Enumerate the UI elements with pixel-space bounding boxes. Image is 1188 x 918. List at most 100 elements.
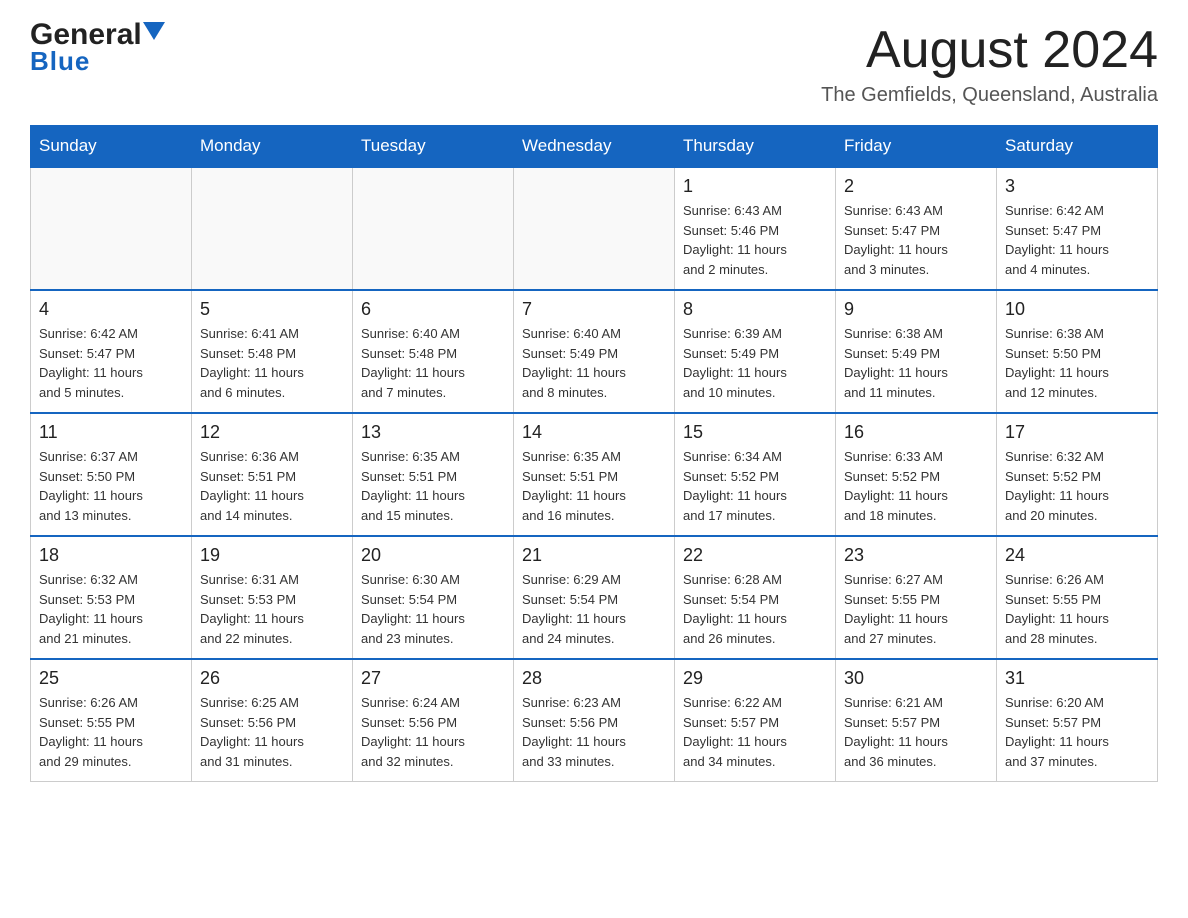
day-header-saturday: Saturday [997, 126, 1158, 168]
logo-triangle-icon [143, 22, 165, 44]
day-info: Sunrise: 6:39 AMSunset: 5:49 PMDaylight:… [683, 324, 827, 402]
day-number: 6 [361, 299, 505, 320]
day-number: 25 [39, 668, 183, 689]
day-number: 29 [683, 668, 827, 689]
day-info: Sunrise: 6:22 AMSunset: 5:57 PMDaylight:… [683, 693, 827, 771]
day-info: Sunrise: 6:41 AMSunset: 5:48 PMDaylight:… [200, 324, 344, 402]
week-row-1: 1Sunrise: 6:43 AMSunset: 5:46 PMDaylight… [31, 167, 1158, 290]
calendar-cell: 22 Sunrise: 6:28 AMSunset: 5:54 PMDayligh… [675, 536, 836, 659]
week-row-4: 18Sunrise: 6:32 AMSunset: 5:53 PMDayligh… [31, 536, 1158, 659]
day-info: Sunrise: 6:26 AMSunset: 5:55 PMDaylight:… [1005, 570, 1149, 648]
calendar-cell: 15Sunrise: 6:34 AMSunset: 5:52 PMDayligh… [675, 413, 836, 536]
calendar-cell: 12 Sunrise: 6:36 AMSunset: 5:51 PMDayligh… [192, 413, 353, 536]
calendar-cell: 13Sunrise: 6:35 AMSunset: 5:51 PMDayligh… [353, 413, 514, 536]
calendar-cell: 17 Sunrise: 6:32 AMSunset: 5:52 PMDayligh… [997, 413, 1158, 536]
day-info: Sunrise: 6:29 AMSunset: 5:54 PMDaylight:… [522, 570, 666, 648]
calendar-cell: 16Sunrise: 6:33 AMSunset: 5:52 PMDayligh… [836, 413, 997, 536]
day-number: 18 [39, 545, 183, 566]
day-info: Sunrise: 6:32 AMSunset: 5:52 PMDaylight:… [1005, 447, 1149, 525]
day-info: Sunrise: 6:42 AMSunset: 5:47 PMDaylight:… [1005, 201, 1149, 279]
day-number: 19 [200, 545, 344, 566]
day-number: 30 [844, 668, 988, 689]
calendar-cell: 28 Sunrise: 6:23 AMSunset: 5:56 PMDayligh… [514, 659, 675, 782]
day-info: Sunrise: 6:31 AMSunset: 5:53 PMDaylight:… [200, 570, 344, 648]
logo: General Blue [30, 20, 165, 77]
week-row-2: 4Sunrise: 6:42 AMSunset: 5:47 PMDaylight… [31, 290, 1158, 413]
calendar-cell [353, 167, 514, 290]
calendar-cell: 14 Sunrise: 6:35 AMSunset: 5:51 PMDayligh… [514, 413, 675, 536]
day-number: 13 [361, 422, 505, 443]
calendar-cell: 23 Sunrise: 6:27 AMSunset: 5:55 PMDayligh… [836, 536, 997, 659]
day-header-wednesday: Wednesday [514, 126, 675, 168]
day-number: 14 [522, 422, 666, 443]
day-number: 9 [844, 299, 988, 320]
day-info: Sunrise: 6:30 AMSunset: 5:54 PMDaylight:… [361, 570, 505, 648]
calendar-header-row: SundayMondayTuesdayWednesdayThursdayFrid… [31, 126, 1158, 168]
day-number: 10 [1005, 299, 1149, 320]
day-info: Sunrise: 6:37 AMSunset: 5:50 PMDaylight:… [39, 447, 183, 525]
location-subtitle: The Gemfields, Queensland, Australia [821, 84, 1158, 107]
page-header: General Blue August 2024 The Gemfields, … [30, 20, 1158, 107]
day-header-friday: Friday [836, 126, 997, 168]
calendar-cell: 18Sunrise: 6:32 AMSunset: 5:53 PMDayligh… [31, 536, 192, 659]
day-info: Sunrise: 6:26 AMSunset: 5:55 PMDaylight:… [39, 693, 183, 771]
calendar-cell: 4Sunrise: 6:42 AMSunset: 5:47 PMDaylight… [31, 290, 192, 413]
calendar-cell: 21 Sunrise: 6:29 AMSunset: 5:54 PMDayligh… [514, 536, 675, 659]
calendar-cell [192, 167, 353, 290]
day-header-monday: Monday [192, 126, 353, 168]
day-info: Sunrise: 6:33 AMSunset: 5:52 PMDaylight:… [844, 447, 988, 525]
day-number: 15 [683, 422, 827, 443]
day-number: 4 [39, 299, 183, 320]
logo-blue-text: Blue [30, 46, 90, 77]
calendar-cell: 11Sunrise: 6:37 AMSunset: 5:50 PMDayligh… [31, 413, 192, 536]
day-number: 22 [683, 545, 827, 566]
day-info: Sunrise: 6:43 AMSunset: 5:47 PMDaylight:… [844, 201, 988, 279]
day-info: Sunrise: 6:35 AMSunset: 5:51 PMDaylight:… [522, 447, 666, 525]
calendar-cell: 1Sunrise: 6:43 AMSunset: 5:46 PMDaylight… [675, 167, 836, 290]
day-header-thursday: Thursday [675, 126, 836, 168]
calendar-cell: 30Sunrise: 6:21 AMSunset: 5:57 PMDayligh… [836, 659, 997, 782]
day-number: 31 [1005, 668, 1149, 689]
day-header-tuesday: Tuesday [353, 126, 514, 168]
day-number: 28 [522, 668, 666, 689]
day-info: Sunrise: 6:43 AMSunset: 5:46 PMDaylight:… [683, 201, 827, 279]
calendar-cell: 9 Sunrise: 6:38 AMSunset: 5:49 PMDaylight… [836, 290, 997, 413]
day-info: Sunrise: 6:20 AMSunset: 5:57 PMDaylight:… [1005, 693, 1149, 771]
calendar-cell [31, 167, 192, 290]
day-info: Sunrise: 6:27 AMSunset: 5:55 PMDaylight:… [844, 570, 988, 648]
day-number: 5 [200, 299, 344, 320]
day-number: 24 [1005, 545, 1149, 566]
calendar-cell: 7 Sunrise: 6:40 AMSunset: 5:49 PMDaylight… [514, 290, 675, 413]
calendar-cell: 25 Sunrise: 6:26 AMSunset: 5:55 PMDayligh… [31, 659, 192, 782]
day-header-sunday: Sunday [31, 126, 192, 168]
calendar-cell [514, 167, 675, 290]
day-info: Sunrise: 6:38 AMSunset: 5:49 PMDaylight:… [844, 324, 988, 402]
day-info: Sunrise: 6:38 AMSunset: 5:50 PMDaylight:… [1005, 324, 1149, 402]
calendar-cell: 6Sunrise: 6:40 AMSunset: 5:48 PMDaylight… [353, 290, 514, 413]
calendar-cell: 20 Sunrise: 6:30 AMSunset: 5:54 PMDayligh… [353, 536, 514, 659]
calendar-cell: 27 Sunrise: 6:24 AMSunset: 5:56 PMDayligh… [353, 659, 514, 782]
day-number: 20 [361, 545, 505, 566]
day-number: 17 [1005, 422, 1149, 443]
day-info: Sunrise: 6:40 AMSunset: 5:49 PMDaylight:… [522, 324, 666, 402]
calendar-cell: 19 Sunrise: 6:31 AMSunset: 5:53 PMDayligh… [192, 536, 353, 659]
day-number: 12 [200, 422, 344, 443]
calendar-cell: 3Sunrise: 6:42 AMSunset: 5:47 PMDaylight… [997, 167, 1158, 290]
day-number: 21 [522, 545, 666, 566]
calendar-table: SundayMondayTuesdayWednesdayThursdayFrid… [30, 125, 1158, 782]
calendar-cell: 24 Sunrise: 6:26 AMSunset: 5:55 PMDayligh… [997, 536, 1158, 659]
calendar-cell: 26Sunrise: 6:25 AMSunset: 5:56 PMDayligh… [192, 659, 353, 782]
day-info: Sunrise: 6:23 AMSunset: 5:56 PMDaylight:… [522, 693, 666, 771]
day-info: Sunrise: 6:36 AMSunset: 5:51 PMDaylight:… [200, 447, 344, 525]
day-info: Sunrise: 6:28 AMSunset: 5:54 PMDaylight:… [683, 570, 827, 648]
day-number: 2 [844, 176, 988, 197]
day-number: 27 [361, 668, 505, 689]
day-number: 8 [683, 299, 827, 320]
day-number: 26 [200, 668, 344, 689]
day-number: 23 [844, 545, 988, 566]
week-row-5: 25 Sunrise: 6:26 AMSunset: 5:55 PMDayligh… [31, 659, 1158, 782]
day-info: Sunrise: 6:24 AMSunset: 5:56 PMDaylight:… [361, 693, 505, 771]
month-year-title: August 2024 [821, 20, 1158, 80]
day-number: 7 [522, 299, 666, 320]
title-area: August 2024 The Gemfields, Queensland, A… [821, 20, 1158, 107]
